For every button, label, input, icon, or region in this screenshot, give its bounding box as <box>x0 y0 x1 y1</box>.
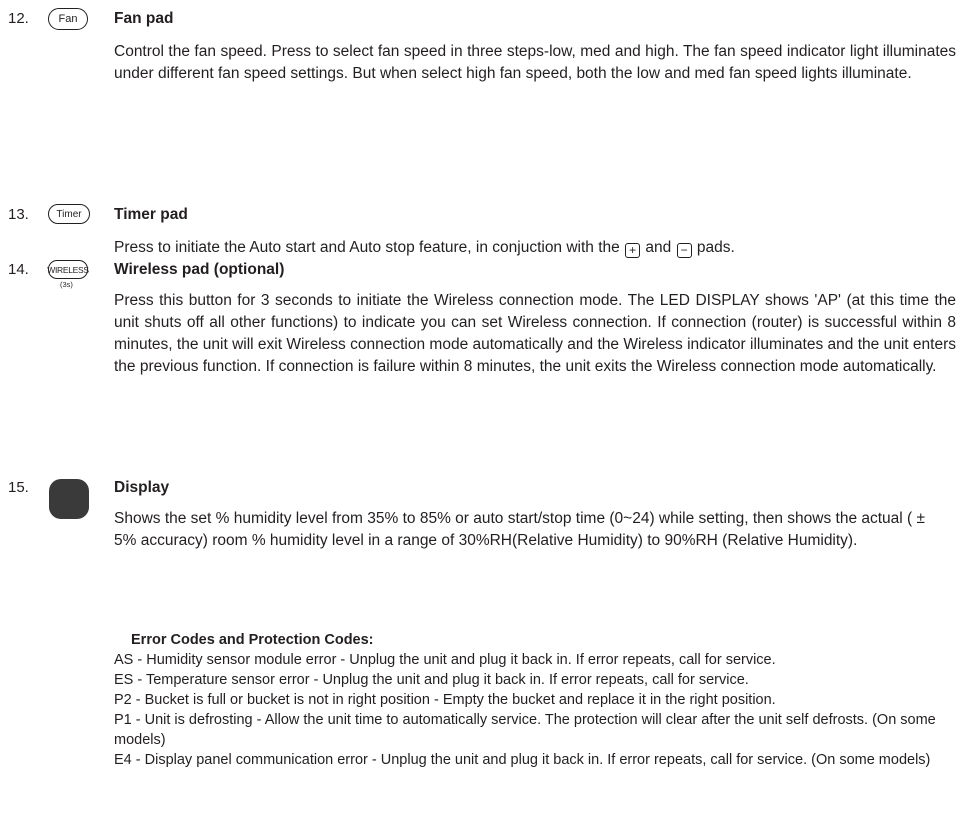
fan-button-icon: Fan <box>48 8 88 30</box>
item-number: 15. <box>8 479 29 496</box>
error-code-item: P1 - Unit is defrosting - Allow the unit… <box>114 712 936 748</box>
error-code-item: P2 - Bucket is full or bucket is not in … <box>114 692 776 708</box>
item-number: 12. <box>8 10 29 27</box>
display-description: Shows the set % humidity level from 35% … <box>114 510 926 549</box>
fan-pad-title: Fan pad <box>114 10 174 27</box>
item-number: 13. <box>8 206 29 223</box>
wireless-button-icon: WIRELESS <box>47 260 89 279</box>
timer-pad-description: Press to initiate the Auto start and Aut… <box>114 239 735 258</box>
error-code-item: ES - Temperature sensor error - Unplug t… <box>114 672 749 688</box>
wireless-pad-title: Wireless pad (optional) <box>114 261 285 278</box>
error-code-item: E4 - Display panel communication error -… <box>114 752 931 768</box>
timer-button-icon: Timer <box>48 204 90 224</box>
minus-icon: − <box>676 242 692 258</box>
timer-pad-title: Timer pad <box>114 206 188 223</box>
error-code-item: AS - Humidity sensor module error - Unpl… <box>114 652 776 668</box>
error-codes-heading: Error Codes and Protection Codes: <box>131 632 374 648</box>
fan-pad-description: Control the fan speed. Press to select f… <box>114 43 956 82</box>
error-codes-list: AS - Humidity sensor module error - Unpl… <box>114 650 960 770</box>
display-icon <box>49 479 89 519</box>
display-title: Display <box>114 479 170 496</box>
wireless-hold-duration: (3s) <box>60 280 73 289</box>
plus-icon: + <box>625 242 641 258</box>
item-number: 14. <box>8 261 29 278</box>
wireless-pad-description: Press this button for 3 seconds to initi… <box>114 292 956 375</box>
